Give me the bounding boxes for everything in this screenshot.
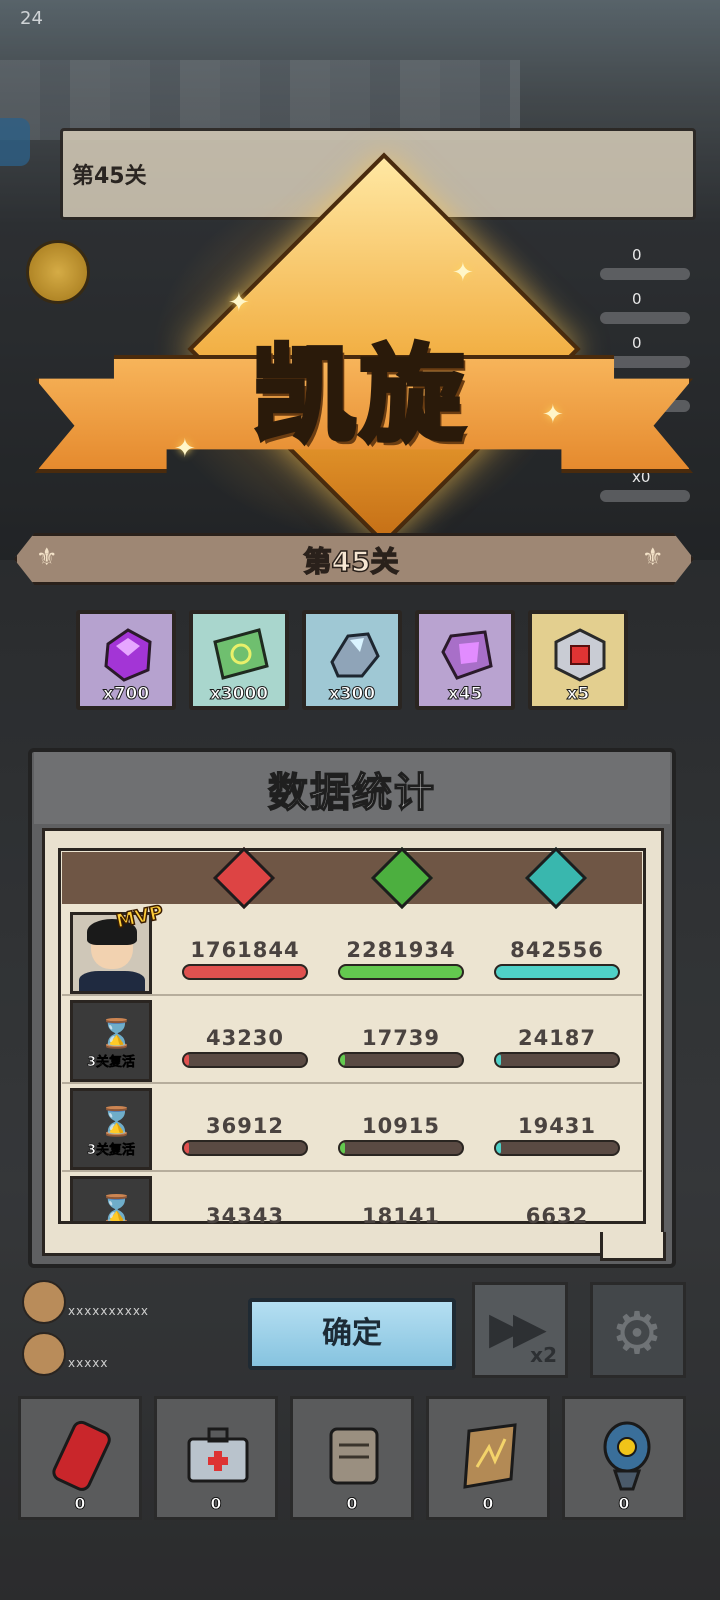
item-slot-bomb[interactable]: 0: [562, 1396, 686, 1520]
item-count: 0: [74, 1494, 86, 1514]
heal-bar: [338, 964, 464, 980]
bomb-icon: [603, 1421, 651, 1491]
defense-bar: [494, 1140, 620, 1156]
item-count: 0: [618, 1494, 630, 1514]
heal-value: 17739: [361, 1026, 441, 1050]
item-slot-cola[interactable]: 0: [18, 1396, 142, 1520]
ally-avatar: [22, 1280, 66, 1324]
pause-button[interactable]: [0, 118, 30, 166]
defense-bar: [494, 964, 620, 980]
heal-bar: [338, 1140, 464, 1156]
ally-avatar: [22, 1332, 66, 1376]
crystal-ore-icon: [330, 632, 380, 678]
item-slot-scroll[interactable]: 0: [290, 1396, 414, 1520]
speed-toggle-button[interactable]: ▶▶ x2: [472, 1282, 568, 1378]
ally-name: xxxxxxxxxx: [68, 1304, 150, 1318]
sparkle-icon: ✦: [174, 434, 196, 464]
reward-violet-crystal[interactable]: x45: [415, 610, 515, 710]
reward-cash[interactable]: x3000: [189, 610, 289, 710]
cola-can-icon: [52, 1420, 111, 1491]
cash-note-icon: [213, 628, 269, 680]
speed-label: x2: [530, 1343, 557, 1367]
heal-value: 10915: [361, 1114, 441, 1138]
gear-icon: ⚙: [611, 1299, 663, 1367]
first-aid-kit-icon: [187, 1427, 249, 1483]
sparkle-icon: ✦: [542, 400, 564, 430]
damage-bar: [182, 1140, 308, 1156]
damage-bar: [182, 1052, 308, 1068]
defense-value: 842556: [510, 938, 604, 962]
reward-red-cube[interactable]: x5: [528, 610, 628, 710]
defense-value: 24187: [517, 1026, 597, 1050]
scroll-icon: [329, 1427, 379, 1485]
purple-gem-icon: [104, 628, 152, 682]
revive-status: 3关复活: [86, 1143, 136, 1159]
victory-title: 凯旋: [249, 332, 468, 459]
damage-value: 36912: [205, 1114, 285, 1138]
reward-quantity: x300: [328, 684, 376, 705]
item-count: 0: [346, 1494, 358, 1514]
stats-panel-title: 数据统计: [267, 769, 436, 817]
damage-value: 34343: [205, 1204, 285, 1228]
player-portrait: ⌛: [70, 1176, 152, 1224]
side-counter-bar: [600, 312, 690, 324]
sparkle-icon: ✦: [452, 258, 474, 288]
item-slot-map[interactable]: 0: [426, 1396, 550, 1520]
item-count: 0: [210, 1494, 222, 1514]
red-cube-icon: [554, 628, 606, 682]
hourglass-icon: ⌛: [99, 1193, 134, 1224]
reward-quantity: x45: [447, 684, 483, 705]
side-counter-bar: [600, 268, 690, 280]
heal-bar: [338, 1052, 464, 1068]
damage-bar: [182, 964, 308, 980]
violet-crystal-icon: [441, 630, 493, 680]
hourglass-icon: ⌛: [99, 1017, 134, 1050]
table-corner-flap: [600, 1232, 666, 1261]
player-portrait: ⌛ 3关复活: [70, 1088, 152, 1170]
item-count: 0: [482, 1494, 494, 1514]
hourglass-icon: ⌛: [99, 1105, 134, 1138]
damage-value: 1761844: [190, 938, 300, 962]
reward-purple-gem[interactable]: x700: [76, 610, 176, 710]
sparkle-icon: ✦: [228, 288, 250, 318]
status-time: 24: [20, 8, 43, 29]
ally-name: xxxxx: [68, 1356, 109, 1370]
side-counter-value: 0: [632, 246, 642, 264]
settings-button[interactable]: ⚙: [590, 1282, 686, 1378]
defense-value: 6632: [525, 1204, 589, 1228]
reward-quantity: x5: [566, 684, 590, 705]
heal-value: 18141: [361, 1204, 441, 1228]
map-icon: [463, 1423, 517, 1489]
player-portrait: ⌛ 3关复活: [70, 1000, 152, 1082]
coin-icon: [26, 240, 90, 304]
side-counter-bar: [600, 490, 690, 502]
stage-progress-label: 第45关: [72, 164, 147, 189]
side-counter-value: 0: [632, 334, 642, 352]
revive-status: 3关复活: [86, 1055, 136, 1071]
damage-value: 43230: [205, 1026, 285, 1050]
reward-crystal-ore[interactable]: x300: [302, 610, 402, 710]
reward-quantity: x700: [102, 684, 150, 705]
confirm-button[interactable]: 确定: [248, 1298, 456, 1370]
defense-value: 19431: [517, 1114, 597, 1138]
side-counter-value: 0: [632, 290, 642, 308]
item-slot-first-aid[interactable]: 0: [154, 1396, 278, 1520]
defense-bar: [494, 1052, 620, 1068]
reward-quantity: x3000: [209, 684, 269, 705]
heal-value: 2281934: [346, 938, 456, 962]
level-title: 第45关: [303, 544, 399, 579]
